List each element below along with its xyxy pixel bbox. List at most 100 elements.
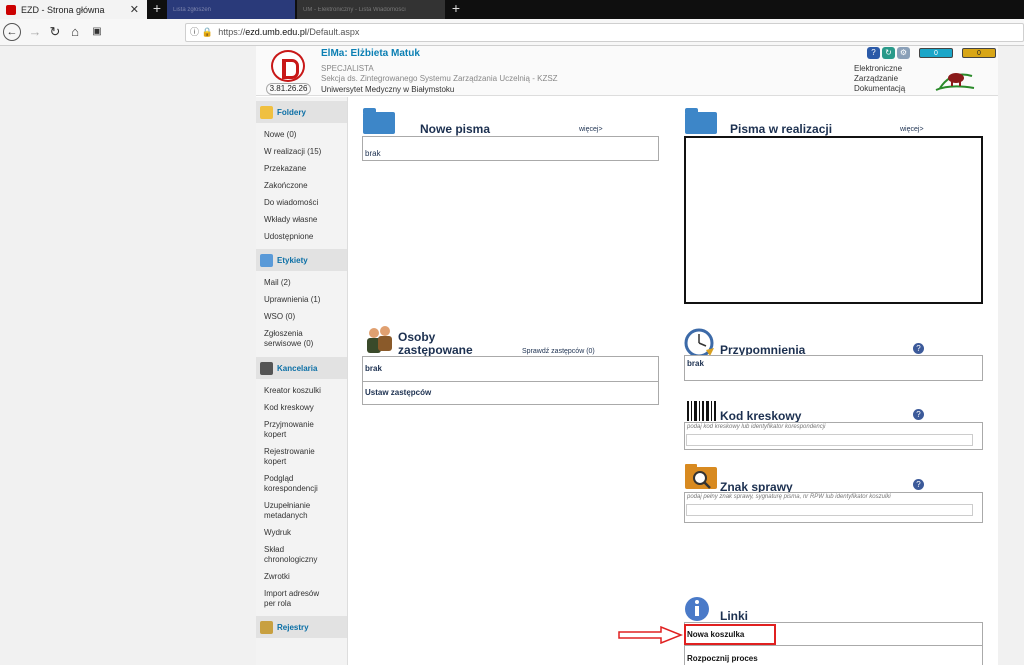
sidebar-item-do-wiadomosci[interactable]: Do wiadomości [256, 198, 347, 208]
ezd-text: Elektroniczne Zarządzanie Dokumentacją [854, 64, 905, 94]
new-tab-icon-2[interactable]: + [448, 0, 464, 19]
sidebar-item-nowe[interactable]: Nowe (0) [256, 130, 347, 140]
barcode-box: podaj kod kreskowy lub identyfikator kor… [684, 422, 983, 450]
barcode-icon [685, 399, 717, 423]
forward-arrow-icon[interactable]: → [26, 23, 44, 41]
sidebar-item-uzupelnianie-metadanych[interactable]: Uzupełnianie metadanych [256, 501, 326, 521]
info-circle-icon [685, 597, 709, 621]
ezd-line-3: Dokumentacją [854, 84, 906, 93]
sidebar-item-przekazane[interactable]: Przekazane [256, 164, 347, 174]
office-header[interactable]: Kancelaria [256, 357, 347, 379]
registers-header[interactable]: Rejestry [256, 616, 347, 638]
clock-icon [684, 328, 714, 358]
case-sign-help-icon[interactable]: ? [913, 479, 924, 490]
sidebar-item-wklady-wlasne[interactable]: Wkłady własne [256, 215, 347, 225]
check-substitutes-link[interactable]: Sprawdź zastępców (0) [522, 348, 595, 355]
user-name[interactable]: ElMa: Elżbieta Matuk [321, 48, 420, 59]
red-arrow-icon [618, 626, 683, 644]
labels-header[interactable]: Etykiety [256, 249, 347, 271]
new-letters-more-link[interactable]: więcej> [579, 126, 603, 133]
lock-icon: 🔒 [201, 27, 213, 37]
sidebar-item-kod-kreskowy[interactable]: Kod kreskowy [256, 403, 347, 413]
header-icon-group: ? ↻ ⚙ [867, 47, 912, 59]
counter-teal[interactable]: 0 [919, 48, 953, 58]
back-arrow-icon[interactable]: ← [3, 23, 21, 41]
start-process-link[interactable]: Rozpocznij proces [687, 654, 758, 663]
counter-gold[interactable]: 0 [962, 48, 996, 58]
substitutes-content: brak [365, 364, 382, 373]
sidebar-item-zakonczone[interactable]: Zakończone [256, 181, 347, 191]
tab-title-3: UM - Elektroniczny - Lista Wiadomości [303, 6, 406, 13]
ezd-page: 3.81.26.26 ElMa: Elżbieta Matuk SPECJALI… [256, 46, 998, 665]
refresh-icon[interactable]: ↻ [882, 47, 895, 59]
barcode-help-icon[interactable]: ? [913, 409, 924, 420]
highlight-box [684, 624, 776, 645]
sidebar-item-zgloszenia[interactable]: Zgłoszenia serwisowe (0) [256, 329, 326, 349]
browser-toolbar: ← → ↻ ⌂ ▣ ⓘ 🔒 https://ezd.umb.edu.pl/Def… [0, 19, 1024, 46]
user-role: SPECJALISTA [321, 64, 374, 73]
sidebar-item-import-adresow[interactable]: Import adresów per rola [256, 589, 328, 609]
home-icon[interactable]: ⌂ [66, 23, 84, 41]
in-progress-folder-icon [685, 108, 717, 134]
ezd-line-2: Zarządzanie [854, 74, 899, 83]
tab-ezd[interactable]: EZD - Strona główna ✕ [0, 0, 147, 19]
settings-icon[interactable]: ⚙ [897, 47, 910, 59]
new-tab-icon[interactable]: + [149, 0, 165, 19]
links-title: Linki [720, 609, 749, 623]
sidebar-item-wso[interactable]: WSO (0) [256, 312, 347, 322]
new-folder-icon [363, 108, 395, 134]
tab-other-2[interactable]: UM - Elektroniczny - Lista Wiadomości [297, 0, 445, 19]
reminders-box: brak [684, 355, 983, 381]
tab-other-1[interactable]: Lista zgłoszeń [167, 0, 295, 19]
case-sign-hint: podaj pełny znak sprawy, sygnaturę pisma… [687, 494, 891, 500]
close-tab-icon[interactable]: ✕ [130, 3, 139, 16]
ezd-line-1: Elektroniczne [854, 64, 903, 73]
sidebar-item-zwrotki[interactable]: Zwrotki [256, 572, 347, 582]
case-sign-input[interactable] [686, 504, 973, 516]
folders-header[interactable]: Foldery [256, 101, 347, 123]
tag-icon [260, 253, 273, 267]
library-icon[interactable]: ▣ [88, 23, 106, 41]
sidebar-item-przyjmowanie-kopert[interactable]: Przyjmowanie kopert [256, 420, 326, 440]
sidebar-item-kreator-koszulki[interactable]: Kreator koszulki [256, 386, 347, 396]
folder-icon [260, 105, 273, 119]
version-badge: 3.81.26.26 [266, 83, 311, 95]
bison-logo-icon [935, 73, 975, 91]
tab-title-2: Lista zgłoszeń [173, 6, 212, 13]
sidebar: Foldery Nowe (0) W realizacji (15) Przek… [256, 97, 348, 665]
substitutes-box: brak Ustaw zastępców [362, 356, 659, 405]
registers-title: Rejestry [277, 622, 309, 632]
info-icon[interactable]: ⓘ [190, 27, 199, 37]
reminders-help-icon[interactable]: ? [913, 343, 924, 354]
sidebar-item-sklad-chronologiczny[interactable]: Skład chronologiczny [256, 545, 326, 565]
sidebar-item-udostepnione[interactable]: Udostępnione [256, 232, 347, 242]
new-letters-content: brak [365, 149, 381, 158]
office-title: Kancelaria [277, 363, 318, 373]
barcode-title: Kod kreskowy [720, 409, 802, 423]
sidebar-item-rejestrowanie-kopert[interactable]: Rejestrowanie kopert [256, 447, 326, 467]
people-icon [367, 326, 392, 353]
case-folder-icon [685, 464, 717, 489]
in-progress-box [684, 136, 983, 304]
reminders-content: brak [687, 359, 704, 368]
url-prefix: https:// [218, 27, 246, 37]
sidebar-item-podglad-korespondencji[interactable]: Podgląd korespondencji [256, 474, 336, 494]
url-domain: ezd.umb.edu.pl [245, 27, 307, 37]
barcode-input[interactable] [686, 434, 973, 446]
in-progress-more-link[interactable]: więcej> [900, 126, 924, 133]
sidebar-item-uprawnienia[interactable]: Uprawnienia (1) [256, 295, 347, 305]
folders-title: Foldery [277, 107, 306, 117]
sidebar-item-w-realizacji[interactable]: W realizacji (15) [256, 147, 347, 157]
university-name: Uniwersytet Medyczny w Białymstoku [321, 85, 455, 94]
tab-title: EZD - Strona główna [21, 4, 105, 15]
set-substitutes-link[interactable]: Ustaw zastępców [365, 388, 431, 397]
clipboard-icon [260, 620, 273, 634]
reload-icon[interactable]: ↻ [46, 23, 64, 41]
url-bar[interactable]: ⓘ 🔒 https://ezd.umb.edu.pl/Default.aspx [185, 23, 1024, 42]
sidebar-item-mail[interactable]: Mail (2) [256, 278, 347, 288]
sidebar-item-wydruk[interactable]: Wydruk [256, 528, 347, 538]
help-icon[interactable]: ? [867, 47, 880, 59]
barcode-hint: podaj kod kreskowy lub identyfikator kor… [687, 424, 826, 430]
labels-title: Etykiety [277, 255, 308, 265]
ezd-logo-icon[interactable] [271, 50, 305, 82]
